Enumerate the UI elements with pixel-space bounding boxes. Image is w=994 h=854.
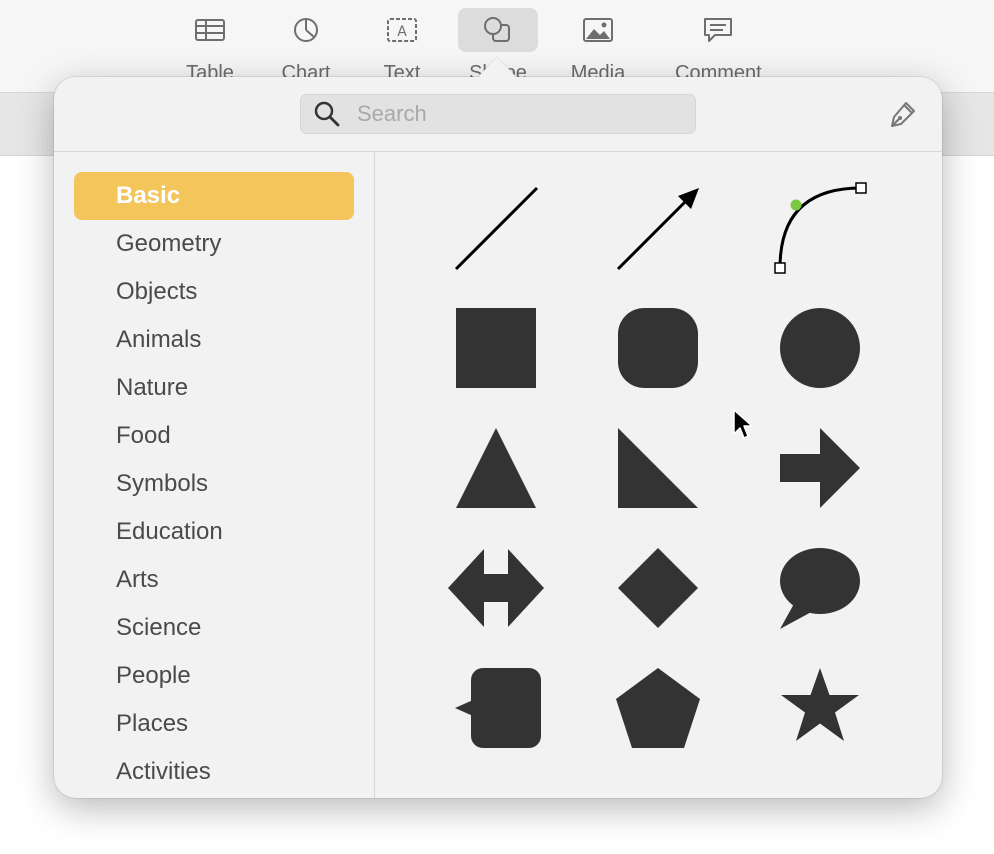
category-geometry[interactable]: Geometry [74, 220, 354, 268]
category-sidebar: Basic Geometry Objects Animals Nature Fo… [54, 152, 375, 798]
shape-triangle[interactable] [441, 412, 551, 522]
shape-grid [375, 152, 942, 798]
shape-icon [458, 8, 538, 52]
mouse-cursor-icon [733, 409, 753, 439]
shapes-popover: Basic Geometry Objects Animals Nature Fo… [54, 77, 942, 798]
shape-speech-bubble[interactable] [765, 532, 875, 642]
comment-button[interactable]: Comment [675, 8, 762, 88]
text-box-icon: A [362, 8, 442, 52]
shape-arrow[interactable] [765, 412, 875, 522]
svg-text:A: A [397, 24, 407, 40]
category-objects[interactable]: Objects [74, 268, 354, 316]
category-places[interactable]: Places [74, 700, 354, 748]
shape-square[interactable] [441, 292, 551, 402]
chart-icon [266, 8, 346, 52]
shape-star[interactable] [765, 652, 875, 762]
category-science[interactable]: Science [74, 604, 354, 652]
table-icon [170, 8, 250, 52]
category-people[interactable]: People [74, 652, 354, 700]
pen-icon[interactable] [886, 99, 918, 131]
shape-diamond[interactable] [603, 532, 713, 642]
shape-arrow-line[interactable] [603, 172, 713, 282]
shape-circle[interactable] [765, 292, 875, 402]
category-activities[interactable]: Activities [74, 748, 354, 796]
category-education[interactable]: Education [74, 508, 354, 556]
shape-callout-square[interactable] [441, 652, 551, 762]
media-button[interactable]: Media [558, 8, 638, 88]
shape-rounded-square[interactable] [603, 292, 713, 402]
text-button[interactable]: A Text [362, 8, 442, 88]
shape-pentagon[interactable] [603, 652, 713, 762]
search-field[interactable] [300, 94, 696, 134]
shape-right-triangle[interactable] [603, 412, 713, 522]
media-icon [558, 8, 638, 52]
category-arts[interactable]: Arts [74, 556, 354, 604]
category-symbols[interactable]: Symbols [74, 460, 354, 508]
category-animals[interactable]: Animals [74, 316, 354, 364]
category-basic[interactable]: Basic [74, 172, 354, 220]
category-food[interactable]: Food [74, 412, 354, 460]
comment-icon [678, 8, 758, 52]
table-button[interactable]: Table [170, 8, 250, 88]
search-input[interactable] [355, 100, 679, 128]
chart-button[interactable]: Chart [266, 8, 346, 88]
shape-double-arrow[interactable] [441, 532, 551, 642]
category-nature[interactable]: Nature [74, 364, 354, 412]
shape-line[interactable] [441, 172, 551, 282]
shape-curve[interactable] [765, 172, 875, 282]
search-icon [314, 101, 340, 127]
